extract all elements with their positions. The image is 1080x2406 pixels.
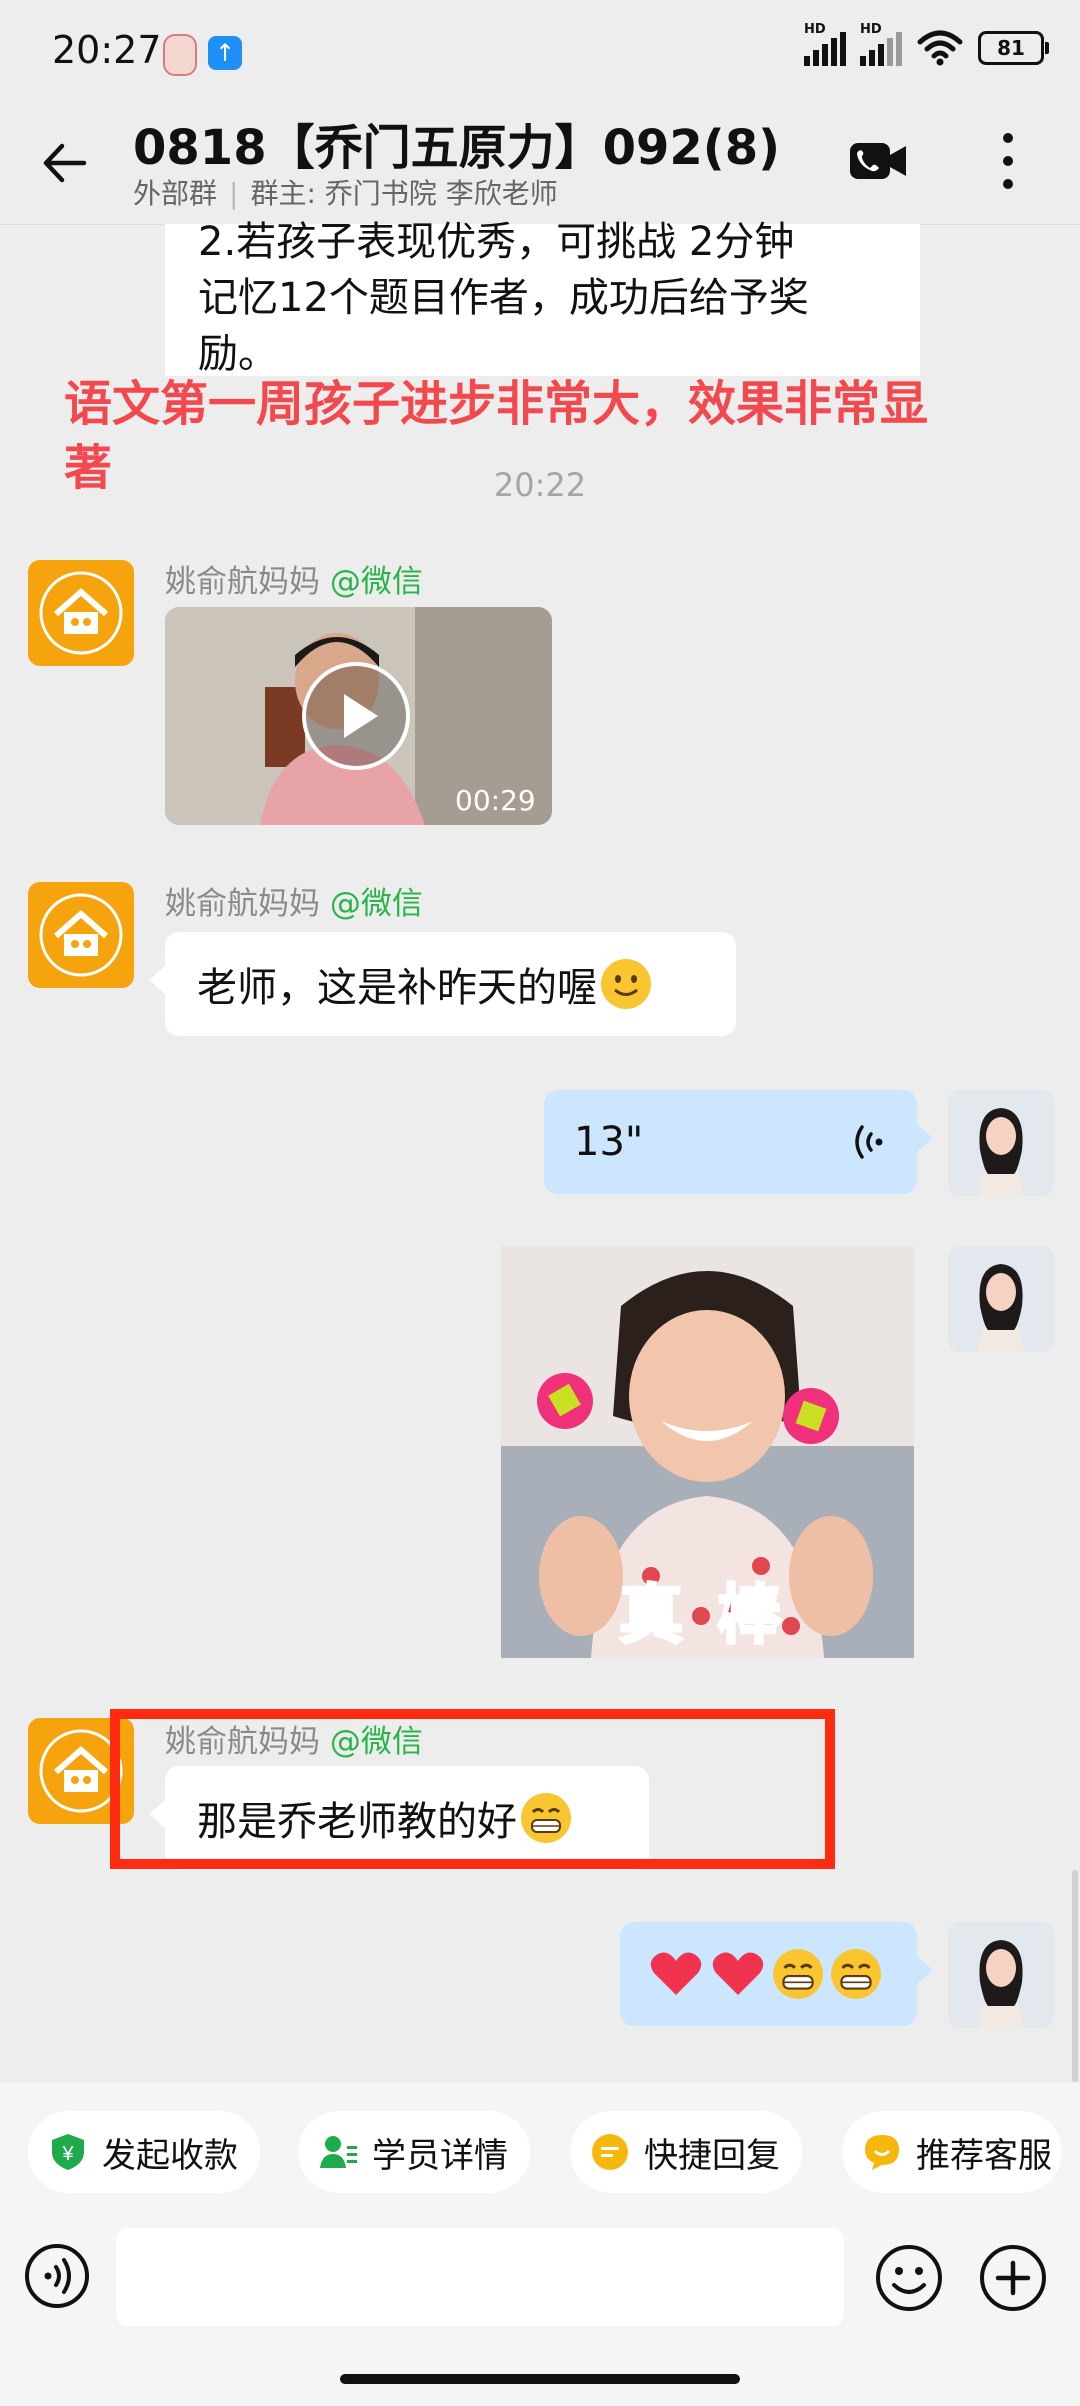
grin-emoji-icon [773, 1949, 823, 1999]
emoji-message[interactable] [620, 1922, 933, 2026]
highlight-box [110, 1709, 835, 1869]
wifi-icon [917, 30, 963, 66]
student-profile-icon [320, 2136, 357, 2168]
message-bubble[interactable]: 老师，这是补昨天的喔 [149, 932, 736, 1036]
voice-duration: 13" [574, 1119, 644, 1165]
status-indicators: HD HD 81 [804, 22, 1049, 66]
more-options-icon[interactable] [998, 130, 1018, 192]
my-avatar[interactable] [948, 1090, 1054, 1196]
sender-avatar[interactable] [28, 882, 134, 988]
heart-emoji-icon [712, 1952, 764, 1995]
svg-text:¥: ¥ [61, 2143, 74, 2165]
back-arrow-icon[interactable] [36, 134, 94, 192]
sticker-caption: 真 棒 [617, 1578, 788, 1655]
recommend-service-button[interactable]: 推荐客服 [842, 2111, 1062, 2193]
teacher-portrait-image [948, 1090, 1054, 1196]
emoji-picker-icon[interactable] [874, 2243, 944, 2313]
voice-wave-icon [855, 1125, 883, 1159]
status-time: 20:27 [52, 28, 162, 72]
quick-reply-button[interactable]: 快捷回复 [570, 2111, 802, 2193]
sticker-message[interactable]: 真 棒 [501, 1246, 914, 1658]
scrollbar[interactable] [1072, 1870, 1078, 2082]
chat-title: 0818【乔门五原力】092(8) [133, 120, 781, 176]
play-icon[interactable] [302, 662, 410, 770]
group-owner-label: 群主: 乔门书院 李欣老师 [250, 177, 558, 210]
signal-icon: HD [860, 22, 902, 66]
sender-name: 姚俞航妈妈 @微信 [165, 564, 423, 600]
plus-icon[interactable] [978, 2243, 1048, 2313]
message-text: 2.若孩子表现优秀，可挑战 2分钟 记忆12个题目作者，成功后给予奖 励。 [198, 219, 809, 377]
chat-bubble-icon [865, 2135, 899, 2170]
signal-icon: HD [804, 22, 846, 66]
school-logo-icon [39, 571, 123, 655]
sender-avatar[interactable] [28, 560, 134, 666]
notification-avatar-icon [163, 34, 197, 76]
quick-reply-icon [592, 2134, 628, 2170]
school-logo-icon [39, 893, 123, 977]
message-input[interactable] [116, 2228, 844, 2326]
heart-emoji-icon [650, 1952, 702, 1995]
voice-message[interactable]: 13" [544, 1090, 933, 1194]
collect-payment-button[interactable]: ¥ 发起收款 [28, 2111, 260, 2193]
shield-yuan-icon: ¥ [52, 2134, 84, 2170]
grin-emoji-icon [831, 1949, 881, 1999]
home-indicator[interactable] [340, 2374, 740, 2384]
message-timestamp: 20:22 [493, 466, 587, 504]
video-duration: 00:29 [455, 784, 536, 817]
my-avatar[interactable] [948, 1246, 1054, 1352]
video-call-icon[interactable] [848, 140, 908, 182]
smile-emoji-icon [601, 959, 651, 1009]
student-details-button[interactable]: 学员详情 [298, 2111, 530, 2193]
sender-name: 姚俞航妈妈 @微信 [165, 886, 423, 922]
message-text: 老师，这是补昨天的喔 [197, 965, 597, 1011]
group-type-label: 外部群 [133, 177, 218, 210]
chat-subtitle: 外部群 | 群主: 乔门书院 李欣老师 [133, 177, 558, 210]
my-avatar[interactable] [948, 1922, 1054, 2028]
teacher-portrait-image [948, 1246, 1054, 1352]
teacher-portrait-image [948, 1922, 1054, 2028]
voice-input-icon[interactable] [24, 2243, 90, 2309]
battery-icon: 81 [978, 31, 1049, 65]
upload-notification-icon: ↑ [208, 36, 242, 70]
